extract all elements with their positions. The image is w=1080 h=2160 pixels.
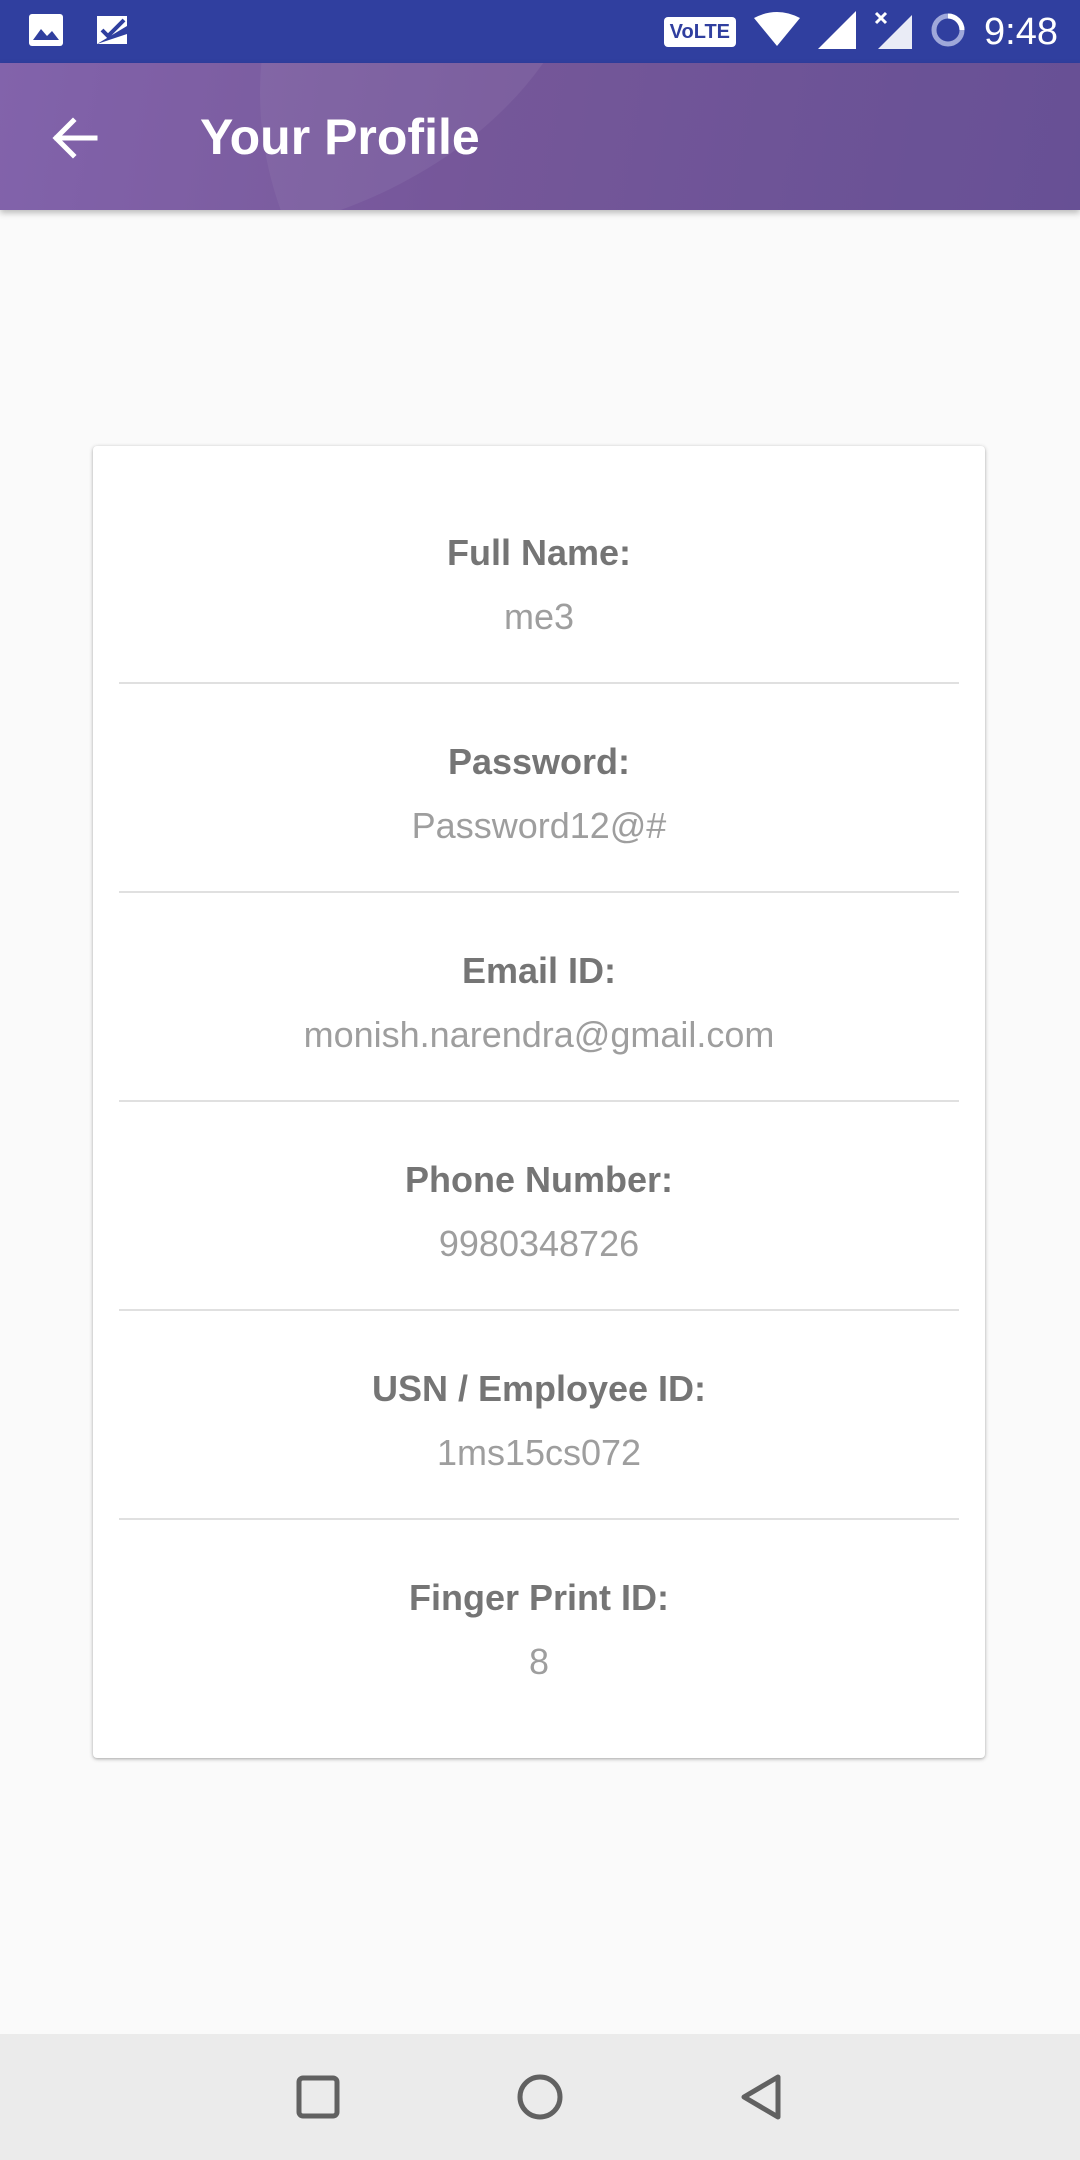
clock: 9:48 <box>984 10 1058 53</box>
field-value: 9980348726 <box>438 1223 640 1264</box>
field-label: Email ID: <box>461 950 617 991</box>
profile-card: Full Name: me3 Password: Password12@# Em… <box>93 446 985 1758</box>
page-title: Your Profile <box>200 109 480 165</box>
back-nav-button[interactable] <box>732 2067 792 2127</box>
home-button[interactable] <box>510 2067 570 2127</box>
field-value: Password12@# <box>411 805 667 846</box>
profile-field-email: Email ID: monish.narendra@gmail.com <box>119 864 959 1073</box>
volte-badge: VoLTE <box>663 17 737 47</box>
back-triangle-icon <box>741 2074 781 2120</box>
system-nav-bar <box>0 2034 1080 2160</box>
field-value: monish.narendra@gmail.com <box>303 1014 775 1055</box>
field-label: Finger Print ID: <box>409 1577 669 1618</box>
wifi-icon <box>754 11 801 53</box>
back-button[interactable] <box>40 103 110 173</box>
profile-field-password: Password: Password12@# <box>119 655 959 864</box>
field-label: Phone Number: <box>404 1159 673 1200</box>
field-value: 1ms15cs072 <box>436 1432 642 1473</box>
field-value: me3 <box>503 596 575 637</box>
signal-icon <box>818 10 857 54</box>
field-label: USN / Employee ID: <box>371 1368 707 1409</box>
field-label: Password: <box>447 741 631 782</box>
sync-icon <box>930 12 966 53</box>
app-bar: Your Profile <box>0 63 1080 210</box>
status-bar-system: VoLTE 9:48 <box>663 8 1058 56</box>
field-value: 8 <box>528 1641 550 1682</box>
profile-field-employee-id: USN / Employee ID: 1ms15cs072 <box>119 1282 959 1491</box>
home-circle-icon <box>517 2074 563 2120</box>
profile-field-fingerprint-id: Finger Print ID: 8 <box>119 1491 959 1700</box>
field-label: Full Name: <box>446 532 632 573</box>
gallery-icon <box>28 13 64 52</box>
arrow-left-icon <box>52 117 98 159</box>
signal-x-icon <box>874 11 913 54</box>
status-bar-notifications <box>28 12 130 52</box>
recents-square-icon <box>296 2075 340 2119</box>
recents-button[interactable] <box>288 2067 348 2127</box>
checklist-icon <box>94 12 130 53</box>
profile-field-phone: Phone Number: 9980348726 <box>119 1073 959 1282</box>
profile-field-full-name: Full Name: me3 <box>119 446 959 655</box>
status-bar: VoLTE 9:48 <box>0 0 1080 63</box>
